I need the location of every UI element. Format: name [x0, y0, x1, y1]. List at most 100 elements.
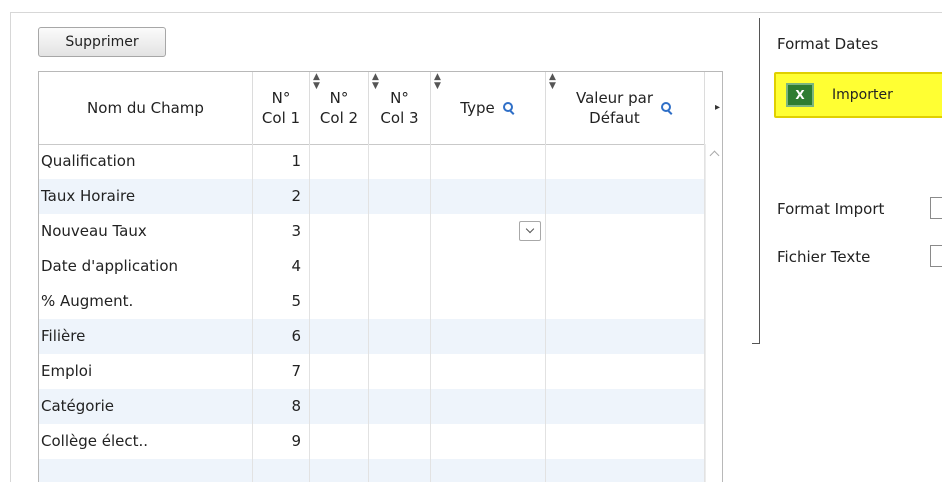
sort-icon[interactable]: ▲ ▼	[372, 73, 379, 91]
cell-name[interactable]: Catégorie	[39, 389, 253, 424]
cell-type[interactable]	[431, 389, 546, 424]
vertical-scrollbar[interactable]	[705, 144, 722, 482]
grid-header: Nom du Champ N° Col 1 ▲ ▼ N° Col 2 ▲ ▼ N° Col…	[39, 72, 722, 145]
column-header-name[interactable]: Nom du Champ	[39, 72, 253, 144]
cell-type[interactable]	[431, 424, 546, 459]
cell-col1[interactable]: 5	[253, 284, 310, 319]
cell-type[interactable]	[431, 354, 546, 389]
table-row[interactable]: Filière 6	[39, 319, 705, 354]
cell-col1[interactable]: 9	[253, 424, 310, 459]
cell-col3[interactable]	[369, 249, 431, 284]
delete-button[interactable]: Supprimer	[38, 27, 166, 57]
column-header-type-label: Type	[460, 99, 495, 117]
table-row[interactable]: Taux Horaire 2	[39, 179, 705, 214]
cell-type[interactable]	[431, 319, 546, 354]
cell-col2[interactable]	[310, 144, 369, 179]
column-header-col2[interactable]: ▲ ▼ N° Col 2	[310, 72, 369, 144]
cell-col3[interactable]	[369, 424, 431, 459]
cell-col2[interactable]	[310, 424, 369, 459]
cell-name[interactable]: Date d'application	[39, 249, 253, 284]
cell-col3[interactable]	[369, 354, 431, 389]
cell-default[interactable]	[546, 319, 705, 354]
cell-default[interactable]	[546, 144, 705, 179]
column-header-col3[interactable]: ▲ ▼ N° Col 3	[369, 72, 431, 144]
cell-default[interactable]	[546, 249, 705, 284]
cell-col2[interactable]	[310, 179, 369, 214]
cell-col2[interactable]	[310, 284, 369, 319]
cell-col1[interactable]: 7	[253, 354, 310, 389]
cell-type[interactable]	[431, 214, 546, 249]
text-file-field[interactable]	[930, 245, 942, 267]
sort-icon[interactable]: ▲ ▼	[313, 73, 320, 91]
cell-name[interactable]: Qualification	[39, 144, 253, 179]
table-row[interactable]: Collège élect.. 9	[39, 424, 705, 459]
cell-col2[interactable]	[310, 214, 369, 249]
table-row[interactable]: % Augment. 5	[39, 284, 705, 319]
column-header-type[interactable]: ▲ ▼ Type	[431, 72, 546, 144]
search-icon[interactable]	[502, 101, 516, 115]
cell-default[interactable]	[546, 284, 705, 319]
cell-name[interactable]: Taux Horaire	[39, 179, 253, 214]
cell-col3[interactable]	[369, 284, 431, 319]
table-row[interactable]: Qualification 1	[39, 144, 705, 179]
cell-default[interactable]	[546, 389, 705, 424]
cell-type[interactable]	[431, 284, 546, 319]
table-row[interactable]	[39, 459, 705, 482]
cell-col3[interactable]	[369, 459, 431, 482]
cell-col1[interactable]: 8	[253, 389, 310, 424]
cell-col3[interactable]	[369, 179, 431, 214]
cell-col1[interactable]: 6	[253, 319, 310, 354]
cell-name[interactable]: Emploi	[39, 354, 253, 389]
table-row[interactable]: Emploi 7	[39, 354, 705, 389]
cell-name[interactable]: Nouveau Taux	[39, 214, 253, 249]
format-import-field[interactable]	[930, 197, 942, 219]
column-header-name-label: Nom du Champ	[87, 99, 204, 117]
cell-type[interactable]	[431, 459, 546, 482]
cell-type[interactable]	[431, 249, 546, 284]
cell-default[interactable]	[546, 214, 705, 249]
cell-col3[interactable]	[369, 389, 431, 424]
cell-col2[interactable]	[310, 459, 369, 482]
cell-type[interactable]	[431, 179, 546, 214]
cell-col3[interactable]	[369, 144, 431, 179]
cell-col1[interactable]: 2	[253, 179, 310, 214]
search-icon[interactable]	[661, 101, 674, 115]
cell-col2[interactable]	[310, 319, 369, 354]
format-import-label: Format Import	[777, 200, 885, 218]
sort-icon[interactable]: ▲ ▼	[549, 73, 556, 91]
cell-type[interactable]	[431, 144, 546, 179]
cell-col2[interactable]	[310, 354, 369, 389]
scroll-up-icon[interactable]	[709, 150, 720, 161]
table-row[interactable]: Nouveau Taux 3	[39, 214, 705, 249]
cell-name[interactable]: % Augment.	[39, 284, 253, 319]
column-header-default-label: Valeur par Défaut	[575, 89, 653, 127]
table-row[interactable]: Date d'application 4	[39, 249, 705, 284]
scroll-right-icon[interactable]: ▸	[715, 102, 720, 113]
cell-col3[interactable]	[369, 214, 431, 249]
cell-name[interactable]: Collège élect..	[39, 424, 253, 459]
import-button[interactable]: X Importer	[774, 72, 942, 118]
cell-default[interactable]	[546, 424, 705, 459]
column-header-default[interactable]: ▲ ▼ Valeur par Défaut	[546, 72, 705, 144]
cell-col1[interactable]: 4	[253, 249, 310, 284]
column-header-col1-label: N° Col 1	[261, 89, 301, 127]
type-dropdown-button[interactable]	[519, 221, 541, 241]
cell-default[interactable]	[546, 354, 705, 389]
cell-name[interactable]	[39, 459, 253, 482]
cell-col1[interactable]	[253, 459, 310, 482]
panel-divider-tick	[752, 343, 760, 344]
cell-name[interactable]: Filière	[39, 319, 253, 354]
cell-col2[interactable]	[310, 389, 369, 424]
cell-col1[interactable]: 3	[253, 214, 310, 249]
text-file-label: Fichier Texte	[777, 248, 871, 266]
column-header-col1[interactable]: N° Col 1	[253, 72, 310, 144]
cell-default[interactable]	[546, 179, 705, 214]
cell-col3[interactable]	[369, 319, 431, 354]
sort-icon[interactable]: ▲ ▼	[434, 73, 441, 91]
cell-default[interactable]	[546, 459, 705, 482]
column-header-col3-label: N° Col 3	[380, 89, 419, 127]
cell-col2[interactable]	[310, 249, 369, 284]
table-row[interactable]: Catégorie 8	[39, 389, 705, 424]
cell-col1[interactable]: 1	[253, 144, 310, 179]
panel-frame-left	[10, 12, 11, 482]
